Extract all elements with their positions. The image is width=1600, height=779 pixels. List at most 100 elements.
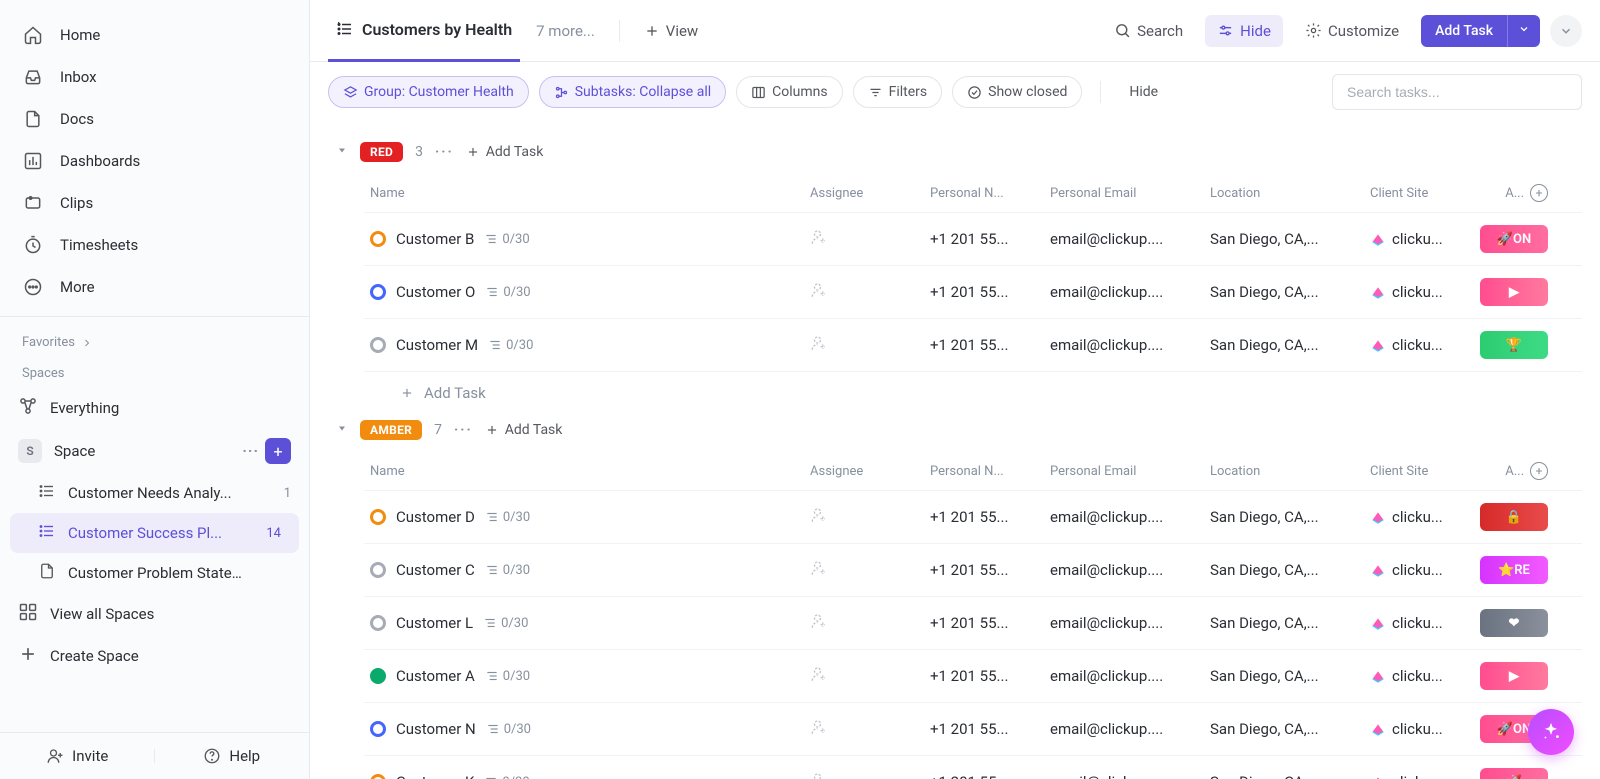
add-task-row[interactable]: Add Task <box>364 371 1582 410</box>
subtask-badge[interactable]: 0/30 <box>485 669 530 684</box>
cell-assignee[interactable] <box>804 767 924 779</box>
task-name[interactable]: Customer L <box>396 614 473 632</box>
col-personal-number[interactable]: Personal N... <box>924 460 1044 483</box>
cell-assignee[interactable] <box>804 608 924 638</box>
invite-button[interactable]: Invite <box>0 747 155 765</box>
cell-location[interactable]: San Diego, CA,... <box>1204 663 1364 689</box>
cell-status[interactable]: ❤ <box>1474 605 1554 641</box>
task-name[interactable]: Customer A <box>396 667 475 685</box>
space-add-button[interactable]: + <box>265 438 291 464</box>
group-badge[interactable]: RED <box>360 142 403 162</box>
task-name[interactable]: Customer C <box>396 561 475 579</box>
cell-site[interactable]: clicku... <box>1364 716 1474 742</box>
subtask-badge[interactable]: 0/30 <box>485 285 530 300</box>
cell-location[interactable]: San Diego, CA,... <box>1204 769 1364 779</box>
list-item[interactable]: Customer Problem Statem... <box>0 553 309 593</box>
table-row[interactable]: Customer M 0/30 +1 201 55... email@click… <box>364 318 1582 371</box>
subtask-badge[interactable]: 0/30 <box>485 563 530 578</box>
add-task-button[interactable]: Add Task <box>1421 15 1540 47</box>
list-item[interactable]: Customer Needs Analy...1 <box>0 473 309 513</box>
subtask-badge[interactable]: 0/30 <box>484 775 529 779</box>
cell-status[interactable]: 🚀ON <box>1474 221 1554 257</box>
cell-email[interactable]: email@clickup.... <box>1044 610 1204 636</box>
cell-location[interactable]: San Diego, CA,... <box>1204 610 1364 636</box>
cell-site[interactable]: clicku... <box>1364 226 1474 252</box>
cell-email[interactable]: email@clickup.... <box>1044 279 1204 305</box>
hide-button[interactable]: Hide <box>1205 15 1283 47</box>
cell-site[interactable]: clicku... <box>1364 610 1474 636</box>
col-location[interactable]: Location <box>1204 182 1364 205</box>
add-column-button[interactable]: + <box>1530 184 1548 202</box>
col-assignee[interactable]: Assignee <box>804 460 924 483</box>
favorites-section[interactable]: Favorites <box>0 325 309 356</box>
col-assignee[interactable]: Assignee <box>804 182 924 205</box>
subtask-badge[interactable]: 0/30 <box>483 616 528 631</box>
table-row[interactable]: Customer N 0/30 +1 201 55... email@click… <box>364 702 1582 755</box>
cell-site[interactable]: clicku... <box>1364 279 1474 305</box>
space-item[interactable]: S Space ··· + <box>0 429 309 473</box>
status-dot[interactable] <box>370 284 386 300</box>
cell-email[interactable]: email@clickup.... <box>1044 226 1204 252</box>
group-toggle[interactable] <box>336 144 348 160</box>
cell-email[interactable]: email@clickup.... <box>1044 557 1204 583</box>
table-row[interactable]: Customer B 0/30 +1 201 55... email@click… <box>364 212 1582 265</box>
nav-item-inbox[interactable]: Inbox <box>0 56 309 98</box>
view-all-spaces[interactable]: View all Spaces <box>0 593 309 635</box>
task-name[interactable]: Customer K <box>396 773 474 779</box>
cell-location[interactable]: San Diego, CA,... <box>1204 504 1364 530</box>
cell-email[interactable]: email@clickup.... <box>1044 504 1204 530</box>
status-dot[interactable] <box>370 615 386 631</box>
cell-site[interactable]: clicku... <box>1364 332 1474 358</box>
add-task-label[interactable]: Add Task <box>1421 15 1507 47</box>
subtask-badge[interactable]: 0/30 <box>484 232 529 247</box>
status-dot[interactable] <box>370 509 386 525</box>
columns-chip[interactable]: Columns <box>736 76 842 108</box>
status-dot[interactable] <box>370 337 386 353</box>
cell-status[interactable]: ▶ <box>1474 274 1554 310</box>
cell-location[interactable]: San Diego, CA,... <box>1204 226 1364 252</box>
subtask-badge[interactable]: 0/30 <box>486 722 531 737</box>
col-personal-email[interactable]: Personal Email <box>1044 460 1204 483</box>
status-dot[interactable] <box>370 231 386 247</box>
cell-status[interactable]: 🚀 <box>1474 764 1554 779</box>
list-item[interactable]: Customer Success Pl...14 <box>10 513 299 553</box>
cell-location[interactable]: San Diego, CA,... <box>1204 332 1364 358</box>
status-dot[interactable] <box>370 721 386 737</box>
help-button[interactable]: Help <box>155 747 310 765</box>
col-personal-email[interactable]: Personal Email <box>1044 182 1204 205</box>
cell-status[interactable]: ▶ <box>1474 658 1554 694</box>
subtask-badge[interactable]: 0/30 <box>485 510 530 525</box>
cell-email[interactable]: email@clickup.... <box>1044 663 1204 689</box>
search-button[interactable]: Search <box>1102 15 1195 47</box>
table-row[interactable]: Customer A 0/30 +1 201 55... email@click… <box>364 649 1582 702</box>
cell-phone[interactable]: +1 201 55... <box>924 504 1044 530</box>
filter-hide-link[interactable]: Hide <box>1129 84 1158 100</box>
col-location[interactable]: Location <box>1204 460 1364 483</box>
cell-phone[interactable]: +1 201 55... <box>924 769 1044 779</box>
cell-location[interactable]: San Diego, CA,... <box>1204 279 1364 305</box>
table-row[interactable]: Customer K 0/30 +1 201 55... email@click… <box>364 755 1582 779</box>
task-name[interactable]: Customer D <box>396 508 475 526</box>
cell-phone[interactable]: +1 201 55... <box>924 557 1044 583</box>
nav-item-dashboards[interactable]: Dashboards <box>0 140 309 182</box>
task-name[interactable]: Customer B <box>396 230 474 248</box>
table-row[interactable]: Customer L 0/30 +1 201 55... email@click… <box>364 596 1582 649</box>
cell-assignee[interactable] <box>804 714 924 744</box>
cell-assignee[interactable] <box>804 224 924 254</box>
cell-assignee[interactable] <box>804 555 924 585</box>
col-name[interactable]: Name <box>364 182 804 205</box>
nav-item-home[interactable]: Home <box>0 14 309 56</box>
cell-phone[interactable]: +1 201 55... <box>924 332 1044 358</box>
cell-assignee[interactable] <box>804 330 924 360</box>
add-task-chevron[interactable] <box>1507 15 1540 47</box>
cell-location[interactable]: San Diego, CA,... <box>1204 557 1364 583</box>
group-badge[interactable]: AMBER <box>360 420 422 440</box>
cell-phone[interactable]: +1 201 55... <box>924 610 1044 636</box>
cell-email[interactable]: email@clickup.... <box>1044 716 1204 742</box>
cell-assignee[interactable] <box>804 661 924 691</box>
subtask-badge[interactable]: 0/30 <box>488 338 533 353</box>
nav-item-timesheets[interactable]: Timesheets <box>0 224 309 266</box>
cell-location[interactable]: San Diego, CA,... <box>1204 716 1364 742</box>
nav-item-more[interactable]: More <box>0 266 309 308</box>
cell-phone[interactable]: +1 201 55... <box>924 279 1044 305</box>
